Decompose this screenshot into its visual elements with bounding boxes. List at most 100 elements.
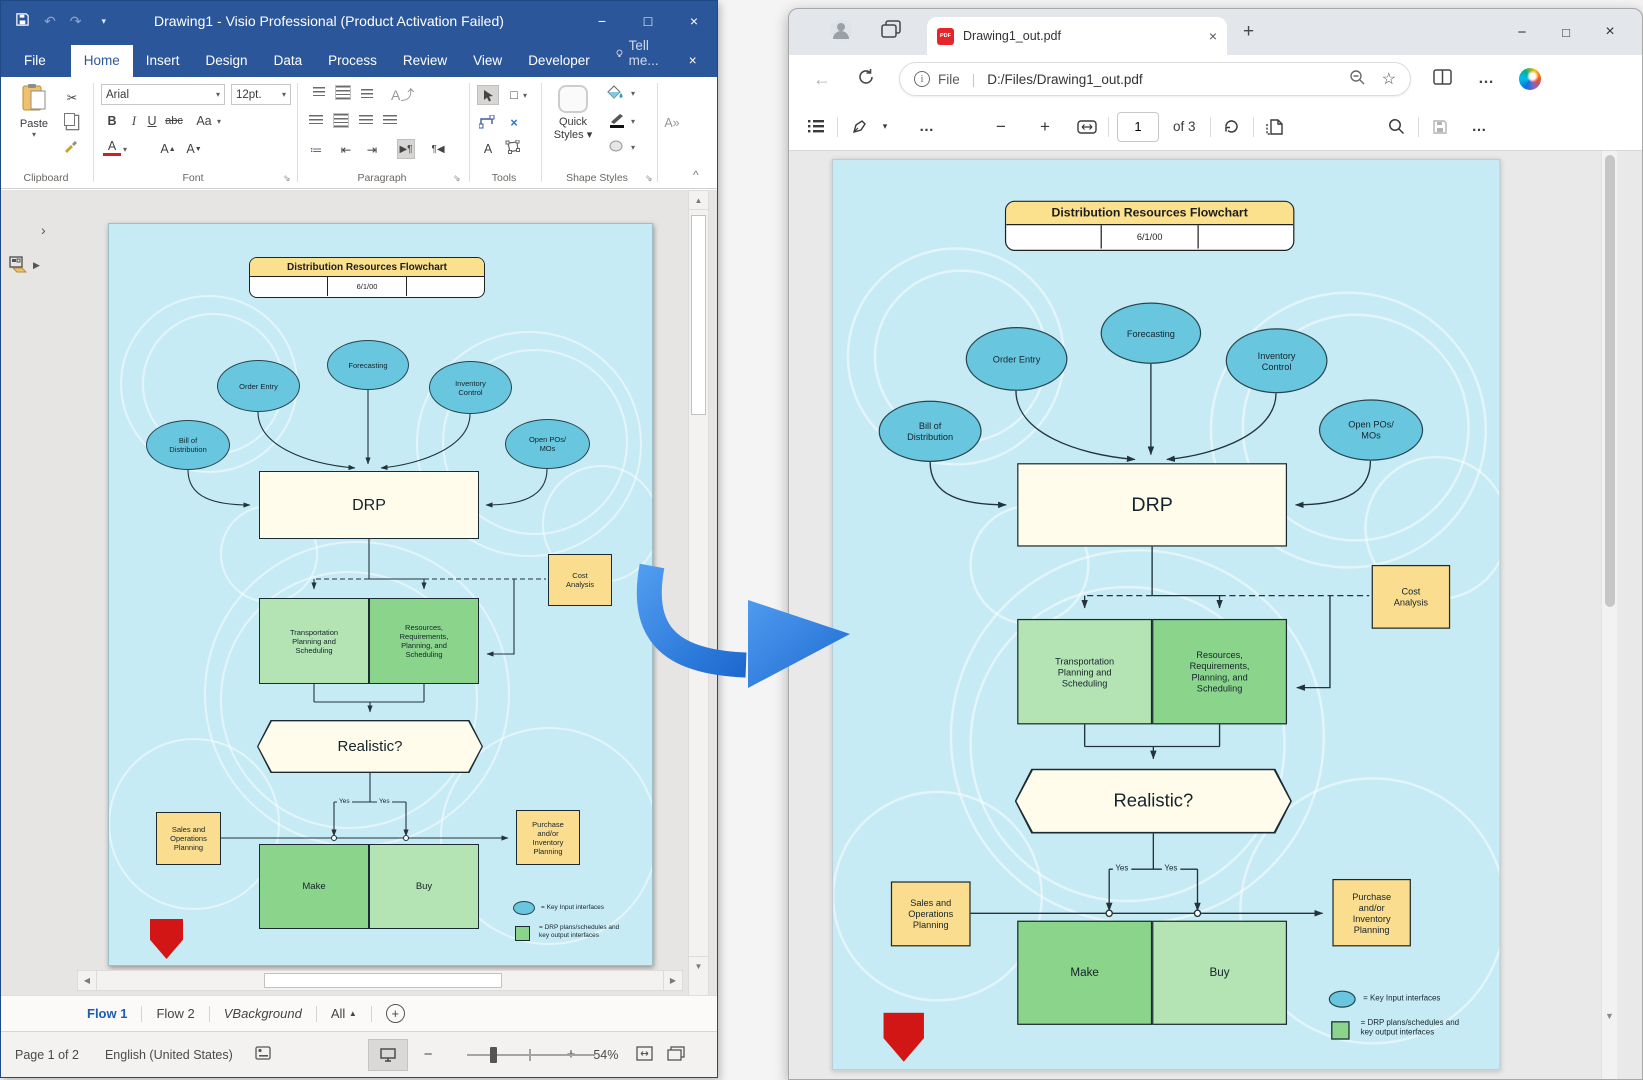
zoom-level[interactable]: 54% [593,1048,618,1062]
status-page[interactable]: Page 1 of 2 [15,1048,79,1062]
node-inventory-control[interactable]: Inventory Control [429,361,512,414]
effects-icon[interactable] [609,140,625,156]
tab-view[interactable]: View [460,45,515,77]
font-size-select[interactable]: 12pt.▾ [231,84,291,105]
url-text[interactable]: D:/Files/Drawing1_out.pdf [987,72,1142,87]
split-screen-icon[interactable] [1433,69,1452,90]
tab-design[interactable]: Design [193,45,261,77]
node-bill-of-distribution[interactable]: Bill of Distribution [146,420,230,470]
font-color-dropdown-icon[interactable]: ▾ [123,145,127,154]
expand-panel-icon[interactable]: › [41,222,46,238]
macro-record-icon[interactable] [255,1046,272,1063]
draw-pen-icon[interactable] [846,112,872,142]
tab-close-icon[interactable]: × [1209,28,1217,44]
flowchart-title-banner[interactable]: Distribution Resources Flowchart 6/1/00 [249,257,485,298]
shapes-stencil-icon[interactable]: ▶ [9,256,40,274]
scroll-left-icon[interactable]: ◀ [78,971,97,990]
underline-button[interactable]: U [143,111,161,131]
change-case-button[interactable]: Aa [195,111,213,131]
tell-me-box[interactable]: Tell me... [603,30,676,77]
effects-dropdown-icon[interactable]: ▾ [631,143,635,152]
pdf-scroll-thumb[interactable] [1605,155,1615,607]
align-middle-icon[interactable] [335,85,351,100]
font-name-select[interactable]: Arial▾ [101,84,225,105]
pdf-scroll-down-icon[interactable]: ▼ [1602,1007,1617,1025]
scroll-up-icon[interactable]: ▲ [689,191,708,210]
node-purchase[interactable]: Purchase and/or Inventory Planning [516,810,580,865]
text-direction-rtl-icon[interactable]: ¶◀ [429,139,447,159]
browser-tab[interactable]: PDF Drawing1_out.pdf × [927,17,1227,55]
copy-icon[interactable] [64,113,75,126]
back-icon[interactable]: ← [813,69,831,90]
tab-developer[interactable]: Developer [515,45,603,77]
tab-data[interactable]: Data [261,45,316,77]
paste-button[interactable]: Paste ▾ [11,83,57,139]
zoom-out-button[interactable]: − [424,1046,433,1063]
page-tab-flow1[interactable]: Flow 1 [73,996,141,1031]
bold-button[interactable]: B [103,111,121,131]
node-buy[interactable]: Buy [369,844,479,929]
strikethrough-button[interactable]: abc [165,111,183,131]
fit-width-icon[interactable] [1074,112,1100,142]
tab-insert[interactable]: Insert [133,45,193,77]
page-number-input[interactable] [1117,112,1159,142]
decrease-indent-icon[interactable]: ⇤ [337,139,355,159]
line-dropdown-icon[interactable]: ▾ [631,117,635,126]
pointer-tool-icon[interactable] [477,85,499,105]
freeform-tool-icon[interactable] [505,140,520,157]
align-top-icon[interactable] [313,87,325,98]
pen-dropdown-icon[interactable]: ▾ [872,112,898,142]
align-bottom-icon[interactable] [361,89,373,100]
pdf-search-icon[interactable] [1384,112,1410,142]
new-tab-icon[interactable]: + [1243,21,1254,43]
address-bar[interactable]: i File | D:/Files/Drawing1_out.pdf ☆ [899,62,1411,96]
horizontal-scroll-thumb[interactable] [264,973,502,988]
node-realistic[interactable]: Realistic? [257,720,483,773]
page-tab-all[interactable]: All ▲ [317,996,371,1031]
scroll-down-icon[interactable]: ▼ [689,956,708,975]
node-drp[interactable]: DRP [259,471,479,539]
tab-home[interactable]: Home [71,45,133,77]
connector-tool-icon[interactable] [479,115,495,132]
fill-dropdown-icon[interactable]: ▾ [631,89,635,98]
justify-icon[interactable] [383,115,397,126]
close-button[interactable]: × [671,1,717,41]
zoom-indicator-icon[interactable] [1349,69,1366,89]
close-document-icon[interactable]: × [676,45,710,77]
page-tab-vbackground[interactable]: VBackground [210,996,316,1031]
grow-font-button[interactable]: A▲ [159,139,177,159]
font-color-button[interactable]: A [103,139,121,156]
quick-styles-button[interactable]: Quick Styles ▾ [549,85,597,141]
node-forecasting[interactable]: Forecasting [327,340,409,390]
node-resources[interactable]: Resources, Requirements, Planning, and S… [369,598,479,684]
shape-styles-dialog-launcher-icon[interactable]: ⇘ [645,173,653,184]
refresh-icon[interactable] [857,68,875,91]
tab-review[interactable]: Review [390,45,460,77]
zoom-slider-thumb[interactable] [490,1047,497,1063]
scroll-right-icon[interactable]: ▶ [663,971,682,990]
profile-icon[interactable] [829,18,853,47]
undo-icon[interactable]: ↶ [44,13,56,30]
pdf-zoom-in-icon[interactable]: + [1032,112,1058,142]
status-language[interactable]: English (United States) [105,1048,233,1062]
toc-icon[interactable] [803,112,829,142]
presentation-mode-icon[interactable] [368,1039,408,1071]
pdf-scrollbar[interactable]: ▼ [1601,151,1617,1080]
format-painter-icon[interactable] [63,139,78,156]
zoom-slider-track[interactable] [467,1054,595,1056]
node-make[interactable]: Make [259,844,369,929]
line-color-icon[interactable] [609,113,625,131]
align-left-icon[interactable] [309,115,323,126]
pdf-more-icon[interactable]: … [1467,112,1493,142]
copilot-icon[interactable] [1519,68,1541,90]
connection-point-tool-icon[interactable]: × [505,113,523,133]
pdf-more-tools-icon[interactable]: … [914,112,940,142]
fit-page-icon[interactable] [636,1046,653,1064]
align-right-icon[interactable] [359,115,373,126]
browser-more-icon[interactable]: … [1478,70,1495,88]
font-dialog-launcher-icon[interactable]: ⇘ [283,173,291,184]
vertical-scroll-thumb[interactable] [691,215,706,415]
pdf-zoom-out-icon[interactable]: − [988,112,1014,142]
pdf-save-icon[interactable] [1427,112,1453,142]
fill-color-icon[interactable] [607,85,625,103]
